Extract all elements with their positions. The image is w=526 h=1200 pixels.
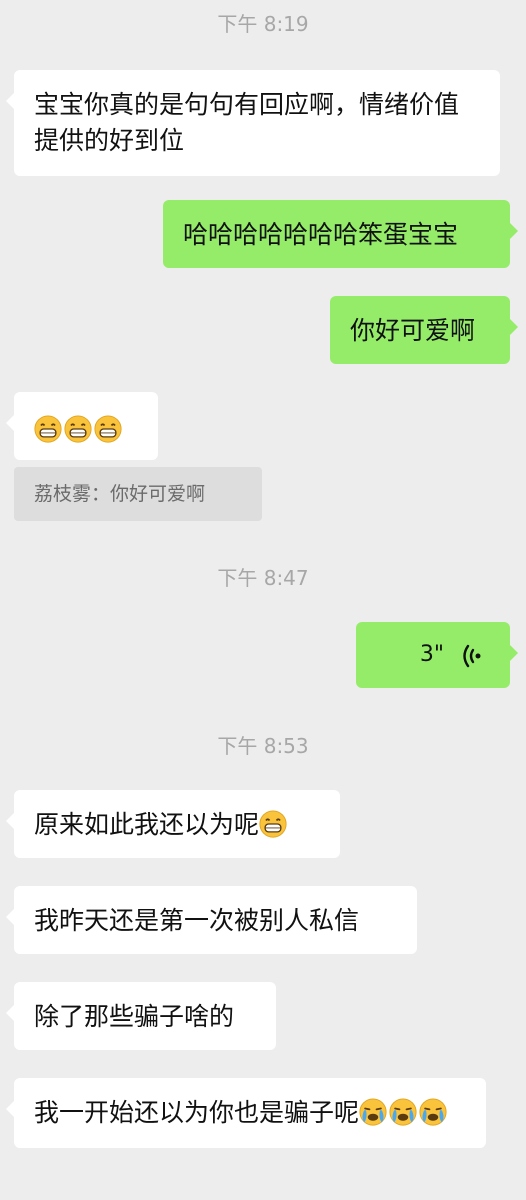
grinning-face-emoji xyxy=(34,415,62,443)
grinning-face-emoji xyxy=(94,415,122,443)
loudly-crying-face-emoji xyxy=(359,1098,387,1126)
grinning-face-emoji xyxy=(259,810,287,838)
message-text: 原来如此我还以为呢 xyxy=(34,810,260,839)
timestamp: 下午 8:19 xyxy=(217,12,309,36)
outgoing-message[interactable]: 你好可爱啊 xyxy=(330,296,518,364)
voice-wave-icon xyxy=(463,644,481,668)
message-text: 我一开始还以为你也是骗子呢 xyxy=(34,1098,360,1127)
incoming-message[interactable]: 宝宝你真的是句句有回应啊，情绪价值提供的好到位 xyxy=(6,70,500,176)
loudly-crying-face-emoji xyxy=(419,1098,447,1126)
chat-area: 下午 8:19 宝宝你真的是句句有回应啊，情绪价值提供的好到位 哈哈哈哈哈哈哈笨… xyxy=(0,0,526,1200)
timestamp: 下午 8:53 xyxy=(217,734,309,758)
incoming-message[interactable]: 除了那些骗子啥的 xyxy=(6,982,276,1050)
quoted-message[interactable]: 荔枝雾：你好可爱啊 xyxy=(14,467,262,521)
quote-text: 荔枝雾：你好可爱啊 xyxy=(34,483,206,505)
voice-message[interactable]: 3" xyxy=(356,622,518,688)
message-text: 哈哈哈哈哈哈哈笨蛋宝宝 xyxy=(183,220,459,249)
outgoing-message[interactable]: 哈哈哈哈哈哈哈笨蛋宝宝 xyxy=(163,200,518,268)
grinning-face-emoji xyxy=(64,415,92,443)
message-text: 除了那些骗子啥的 xyxy=(34,1002,235,1031)
incoming-message[interactable]: 我昨天还是第一次被别人私信 xyxy=(6,886,417,954)
loudly-crying-face-emoji xyxy=(389,1098,417,1126)
incoming-message[interactable] xyxy=(6,392,158,460)
message-text: 我昨天还是第一次被别人私信 xyxy=(34,906,360,935)
incoming-message[interactable]: 我一开始还以为你也是骗子呢 xyxy=(6,1078,486,1148)
timestamp: 下午 8:47 xyxy=(217,566,309,590)
message-text: 宝宝你真的是句句有回应啊，情绪价值提供的好到位 xyxy=(34,90,460,155)
voice-duration: 3" xyxy=(419,642,444,667)
incoming-message[interactable]: 原来如此我还以为呢 xyxy=(6,790,340,858)
message-text: 你好可爱啊 xyxy=(350,316,476,345)
